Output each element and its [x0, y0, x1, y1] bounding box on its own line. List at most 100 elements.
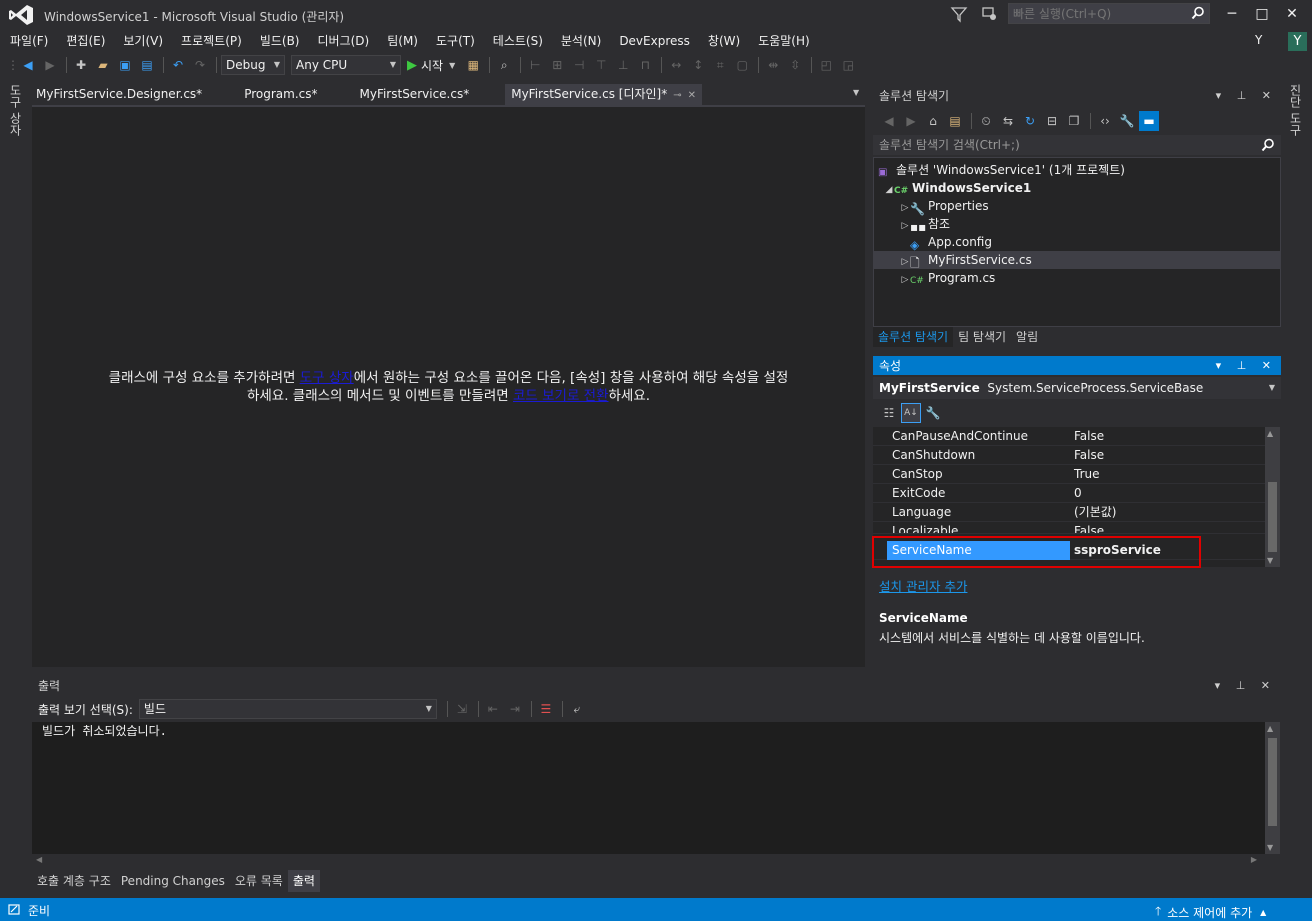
- property-value[interactable]: False: [1074, 522, 1104, 533]
- tree-item-program[interactable]: ▷ C# Program.cs: [874, 269, 1280, 287]
- tree-item-project[interactable]: ◢ C# WindowsService1: [874, 179, 1280, 197]
- scroll-down-icon[interactable]: ▼: [1267, 556, 1273, 565]
- menu-debug[interactable]: 디버그(D): [309, 30, 379, 52]
- tab-list-dropdown-icon[interactable]: ▼: [853, 88, 859, 97]
- navigate-back-icon[interactable]: ◀: [18, 55, 38, 75]
- scroll-right-icon[interactable]: ▶: [1251, 855, 1257, 864]
- scroll-up-icon[interactable]: ▲: [1267, 429, 1273, 438]
- maximize-button[interactable]: □: [1248, 4, 1276, 24]
- scrollbar-thumb[interactable]: [1268, 482, 1277, 552]
- diagnostic-tools-tab[interactable]: 진단 도구: [1288, 84, 1304, 136]
- find-message-icon[interactable]: ⇲: [452, 699, 472, 719]
- property-row[interactable]: Localizable False: [873, 522, 1265, 534]
- output-source-select[interactable]: 빌드 ▼: [138, 699, 437, 719]
- new-project-icon[interactable]: ✚: [71, 55, 91, 75]
- pin-icon[interactable]: ⊸: [673, 90, 681, 101]
- tab-team-explorer[interactable]: 팀 탐색기: [953, 327, 1011, 347]
- previous-message-icon[interactable]: ⇤: [483, 699, 503, 719]
- alphabetical-icon[interactable]: A↓: [901, 403, 921, 423]
- add-installer-link[interactable]: 설치 관리자 추가: [879, 576, 967, 595]
- toolbox-tab[interactable]: 도구 상자: [8, 84, 24, 136]
- align-bottom-icon[interactable]: ⊓: [635, 55, 655, 75]
- pending-changes-filter-icon[interactable]: ⏲: [976, 111, 996, 131]
- switch-views-icon[interactable]: ▤: [945, 111, 965, 131]
- undo-icon[interactable]: ↶: [168, 55, 188, 75]
- clear-all-icon[interactable]: ☰: [536, 699, 556, 719]
- collapse-all-icon[interactable]: ⊟: [1042, 111, 1062, 131]
- quick-launch-box[interactable]: [1008, 3, 1210, 24]
- menu-help[interactable]: 도움말(H): [749, 30, 819, 52]
- tab-designer-cs[interactable]: MyFirstService.Designer.cs*: [30, 84, 208, 105]
- feedback-icon[interactable]: [980, 5, 998, 23]
- start-debugging-button[interactable]: ▶ 시작 ▼: [407, 57, 455, 74]
- panel-window-controls[interactable]: ▾ ⊥ ✕: [1216, 356, 1277, 376]
- toolbox-link[interactable]: 도구 상자: [300, 370, 354, 386]
- align-right-icon[interactable]: ⊣: [569, 55, 589, 75]
- preview-selected-items-icon[interactable]: ▬: [1139, 111, 1159, 131]
- close-button[interactable]: ✕: [1278, 4, 1306, 24]
- panel-window-controls[interactable]: ▾ ⊥ ✕: [1216, 86, 1277, 106]
- menu-project[interactable]: 프로젝트(P): [172, 30, 251, 52]
- view-code-icon[interactable]: ‹›: [1095, 111, 1115, 131]
- align-left-icon[interactable]: ⊢: [525, 55, 545, 75]
- property-row[interactable]: CanPauseAndContinue False: [873, 427, 1265, 446]
- menu-devexpress[interactable]: DevExpress: [610, 30, 699, 52]
- collapsed-arrow-icon[interactable]: ▷: [900, 271, 910, 289]
- close-tab-icon[interactable]: ✕: [688, 90, 696, 101]
- solution-explorer-search[interactable]: 솔루션 탐색기 검색(Ctrl+;): [873, 135, 1281, 155]
- find-in-files-icon[interactable]: ⌕: [494, 55, 514, 75]
- properties-object-selector[interactable]: MyFirstService System.ServiceProcess.Ser…: [873, 377, 1281, 399]
- property-value[interactable]: (기본값): [1074, 503, 1116, 522]
- tree-item-app-config[interactable]: ◈ App.config: [874, 233, 1280, 252]
- property-pages-icon[interactable]: 🔧: [923, 403, 943, 423]
- tab-myfirstservice-design[interactable]: MyFirstService.cs [디자인]* ⊸ ✕: [505, 84, 703, 105]
- align-center-icon[interactable]: ⊞: [547, 55, 567, 75]
- output-text-area[interactable]: 빌드가 취소되었습니다.: [32, 722, 1280, 854]
- horizontal-splitter[interactable]: [30, 667, 1282, 675]
- component-designer-surface[interactable]: 클래스에 구성 요소를 추가하려면 도구 상자에서 원하는 구성 요소를 끌어온…: [32, 105, 865, 667]
- menu-analyze[interactable]: 분석(N): [552, 30, 610, 52]
- property-row[interactable]: Language (기본값): [873, 503, 1265, 522]
- tree-item-solution[interactable]: ▣ 솔루션 'WindowsService1' (1개 프로젝트): [874, 161, 1280, 179]
- make-same-width-icon[interactable]: ↔: [666, 55, 686, 75]
- tab-notifications[interactable]: 알림: [1011, 327, 1043, 347]
- property-row[interactable]: CanShutdown False: [873, 446, 1265, 465]
- account-name[interactable]: Y: [1255, 33, 1262, 47]
- tree-item-properties[interactable]: ▷ 🔧 Properties: [874, 197, 1280, 216]
- account-avatar[interactable]: Y: [1288, 32, 1307, 51]
- forward-icon[interactable]: ▶: [901, 111, 921, 131]
- minimize-button[interactable]: ─: [1218, 4, 1246, 24]
- size-to-grid-icon[interactable]: ⌗: [710, 55, 730, 75]
- make-same-height-icon[interactable]: ↕: [688, 55, 708, 75]
- tree-item-references[interactable]: ▷ ▪▪ 참조: [874, 215, 1280, 234]
- quick-launch-input[interactable]: [1009, 4, 1179, 23]
- tab-error-list[interactable]: 오류 목록: [230, 870, 288, 892]
- output-horizontal-scrollbar[interactable]: ◀ ▶: [32, 854, 1265, 868]
- tab-call-hierarchy[interactable]: 호출 계층 구조: [32, 870, 116, 892]
- tab-program-cs[interactable]: Program.cs*: [238, 84, 323, 105]
- redo-icon[interactable]: ↷: [190, 55, 210, 75]
- show-all-files-icon[interactable]: ❐: [1064, 111, 1084, 131]
- browser-link-icon[interactable]: ▦: [463, 55, 483, 75]
- tab-output[interactable]: 출력: [287, 870, 320, 892]
- tab-solution-explorer[interactable]: 솔루션 탐색기: [873, 327, 954, 347]
- property-row[interactable]: CanStop True: [873, 465, 1265, 484]
- menu-file[interactable]: 파일(F): [0, 30, 57, 52]
- bring-to-front-icon[interactable]: ◰: [816, 55, 836, 75]
- tab-myfirstservice-cs[interactable]: MyFirstService.cs*: [353, 84, 475, 105]
- property-value[interactable]: 0: [1074, 484, 1082, 503]
- add-to-source-control-button[interactable]: 🡑 소스 제어에 추가 ▲: [1155, 902, 1266, 921]
- menu-build[interactable]: 빌드(B): [251, 30, 309, 52]
- open-file-icon[interactable]: ▰: [93, 55, 113, 75]
- scroll-up-icon[interactable]: ▲: [1267, 724, 1273, 733]
- scrollbar-thumb[interactable]: [1268, 738, 1277, 826]
- menu-window[interactable]: 창(W): [699, 30, 749, 52]
- scroll-down-icon[interactable]: ▼: [1267, 843, 1273, 852]
- back-icon[interactable]: ◀: [879, 111, 899, 131]
- save-icon[interactable]: ▣: [115, 55, 135, 75]
- navigate-forward-icon[interactable]: ▶: [40, 55, 60, 75]
- panel-window-controls[interactable]: ▾ ⊥ ✕: [1215, 676, 1276, 696]
- property-grid-scrollbar[interactable]: ▲ ▼: [1265, 427, 1280, 567]
- output-vertical-scrollbar[interactable]: ▲ ▼: [1265, 722, 1280, 854]
- solution-configuration-select[interactable]: Debug ▼: [221, 55, 285, 75]
